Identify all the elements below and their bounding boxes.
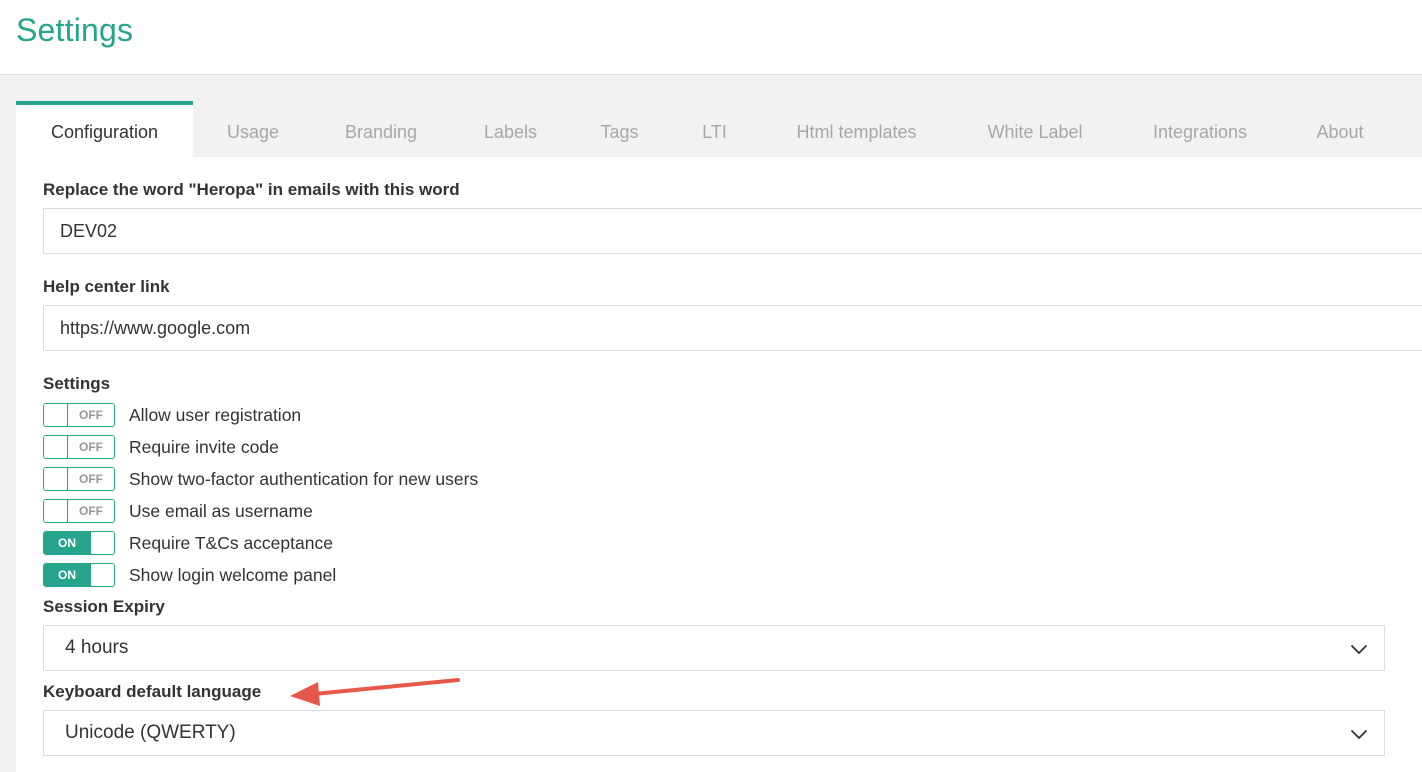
tab-html-templates[interactable]: Html templates bbox=[762, 101, 951, 157]
toggle-label: Require T&Cs acceptance bbox=[129, 532, 333, 553]
help-center-link-label: Help center link bbox=[43, 277, 170, 296]
toggle-state: ON bbox=[44, 532, 90, 554]
settings-section-label: Settings bbox=[43, 374, 111, 393]
toggle-row-two-factor: OFF Show two-factor authentication for n… bbox=[43, 466, 478, 492]
session-expiry-value: 4 hours bbox=[65, 637, 129, 658]
session-expiry-select[interactable]: 4 hours bbox=[43, 625, 1385, 671]
toggle-row-require-invite: OFF Require invite code bbox=[43, 434, 279, 460]
tab-configuration[interactable]: Configuration bbox=[16, 101, 193, 157]
tab-labels[interactable]: Labels bbox=[449, 101, 572, 157]
toggle-row-welcome-panel: ON Show login welcome panel bbox=[43, 562, 336, 588]
toggle-state: OFF bbox=[68, 436, 114, 458]
toggle-label: Require invite code bbox=[129, 436, 279, 457]
tab-usage[interactable]: Usage bbox=[193, 101, 313, 157]
toggle-row-allow-registration: OFF Allow user registration bbox=[43, 402, 301, 428]
email-word-label: Replace the word "Heropa" in emails with… bbox=[43, 180, 460, 199]
chevron-down-icon bbox=[1351, 730, 1367, 739]
keyboard-language-select[interactable]: Unicode (QWERTY) bbox=[43, 710, 1385, 756]
email-username-toggle[interactable]: OFF bbox=[43, 499, 115, 523]
require-invite-toggle[interactable]: OFF bbox=[43, 435, 115, 459]
email-word-input[interactable] bbox=[43, 208, 1422, 254]
keyboard-language-value: Unicode (QWERTY) bbox=[65, 722, 236, 743]
keyboard-language-label: Keyboard default language bbox=[43, 682, 262, 701]
toggle-knob bbox=[44, 404, 68, 426]
toggle-state: OFF bbox=[68, 500, 114, 522]
toggle-knob bbox=[44, 436, 68, 458]
toggle-label: Show two-factor authentication for new u… bbox=[129, 468, 479, 489]
session-expiry-label: Session Expiry bbox=[43, 597, 165, 616]
tab-integrations[interactable]: Integrations bbox=[1119, 101, 1281, 157]
tab-branding[interactable]: Branding bbox=[313, 101, 449, 157]
tab-lti[interactable]: LTI bbox=[667, 101, 762, 157]
settings-tabs: Configuration Usage Branding Labels Tags… bbox=[16, 101, 1422, 157]
tab-about[interactable]: About bbox=[1281, 101, 1399, 157]
toggle-knob bbox=[90, 532, 114, 554]
tab-white-label[interactable]: White Label bbox=[951, 101, 1119, 157]
toggle-knob bbox=[44, 500, 68, 522]
toggle-state: OFF bbox=[68, 468, 114, 490]
help-center-link-input[interactable] bbox=[43, 305, 1422, 351]
toggle-row-email-username: OFF Use email as username bbox=[43, 498, 313, 524]
page-header: Settings bbox=[0, 0, 1422, 75]
toggle-knob bbox=[90, 564, 114, 586]
page-title: Settings bbox=[16, 12, 134, 48]
two-factor-toggle[interactable]: OFF bbox=[43, 467, 115, 491]
chevron-down-icon bbox=[1351, 645, 1367, 654]
tcs-acceptance-toggle[interactable]: ON bbox=[43, 531, 115, 555]
allow-registration-toggle[interactable]: OFF bbox=[43, 403, 115, 427]
toggle-row-tcs-acceptance: ON Require T&Cs acceptance bbox=[43, 530, 333, 556]
toggle-state: ON bbox=[44, 564, 90, 586]
toggle-label: Allow user registration bbox=[129, 404, 302, 425]
toggle-knob bbox=[44, 468, 68, 490]
welcome-panel-toggle[interactable]: ON bbox=[43, 563, 115, 587]
toggle-state: OFF bbox=[68, 404, 114, 426]
red-arrow-annotation-icon bbox=[290, 678, 460, 706]
toggle-label: Show login welcome panel bbox=[129, 564, 337, 585]
tab-tags[interactable]: Tags bbox=[572, 101, 667, 157]
toggle-label: Use email as username bbox=[129, 500, 313, 521]
